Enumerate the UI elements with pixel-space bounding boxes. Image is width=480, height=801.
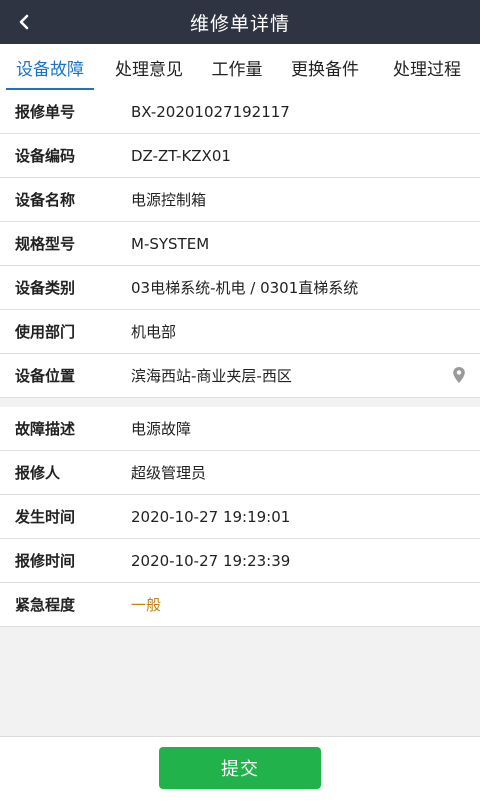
info-row-device-name: 设备名称 电源控制箱	[0, 178, 480, 222]
info-row-category: 设备类别 03电梯系统-机电 / 0301直梯系统	[0, 266, 480, 310]
device-info-section: 报修单号 BX-20201027192117 设备编码 DZ-ZT-KZX01 …	[0, 90, 480, 398]
field-label: 报修人	[15, 464, 61, 482]
field-value: 滨海西站-商业夹层-西区	[131, 367, 292, 385]
chevron-left-icon	[19, 14, 29, 30]
field-label: 发生时间	[15, 508, 76, 526]
tab-handling-opinion[interactable]: 处理意见	[100, 44, 198, 90]
info-row-device-code: 设备编码 DZ-ZT-KZX01	[0, 134, 480, 178]
header-bar: 维修单详情	[0, 0, 480, 44]
field-label: 设备类别	[15, 279, 76, 297]
tab-bar: 设备故障 处理意见 工作量 更换备件 处理过程	[0, 44, 480, 91]
page-title: 维修单详情	[189, 12, 290, 35]
info-row-department: 使用部门 机电部	[0, 310, 480, 354]
field-label: 规格型号	[15, 235, 76, 253]
location-pin-icon[interactable]	[452, 366, 466, 384]
field-label: 使用部门	[15, 323, 76, 341]
field-value: 2020-10-27 19:23:39	[131, 551, 291, 570]
field-value: 机电部	[131, 323, 177, 341]
field-label: 设备编码	[15, 147, 76, 165]
info-row-urgency: 紧急程度 一般	[0, 583, 480, 627]
field-value: 电源控制箱	[131, 191, 207, 209]
info-row-reporter: 报修人 超级管理员	[0, 451, 480, 495]
fault-info-section: 故障描述 电源故障 报修人 超级管理员 发生时间 2020-10-27 19:1…	[0, 407, 480, 627]
tab-spare-parts[interactable]: 更换备件	[276, 44, 374, 90]
field-label: 报修单号	[15, 103, 76, 121]
info-row-occur-time: 发生时间 2020-10-27 19:19:01	[0, 495, 480, 539]
urgency-value: 一般	[131, 596, 162, 614]
field-label: 故障描述	[15, 420, 76, 438]
field-value: BX-20201027192117	[131, 102, 290, 121]
field-value: 超级管理员	[131, 464, 207, 482]
info-row-model: 规格型号 M-SYSTEM	[0, 222, 480, 266]
back-button[interactable]	[0, 0, 48, 44]
field-value: 电源故障	[131, 420, 192, 438]
info-row-report-time: 报修时间 2020-10-27 19:23:39	[0, 539, 480, 583]
field-label: 设备名称	[15, 191, 76, 209]
field-label: 报修时间	[15, 552, 76, 570]
field-value: M-SYSTEM	[131, 234, 210, 253]
info-row-order-no: 报修单号 BX-20201027192117	[0, 90, 480, 134]
field-value: DZ-ZT-KZX01	[131, 146, 231, 165]
footer-bar: 提交	[0, 736, 480, 801]
field-label: 设备位置	[15, 367, 76, 385]
submit-button[interactable]: 提交	[159, 747, 321, 789]
field-value: 2020-10-27 19:19:01	[131, 507, 291, 526]
info-row-fault-desc: 故障描述 电源故障	[0, 407, 480, 451]
tab-process[interactable]: 处理过程	[374, 44, 480, 90]
tab-workload[interactable]: 工作量	[198, 44, 276, 90]
field-value: 03电梯系统-机电 / 0301直梯系统	[131, 279, 359, 297]
field-label: 紧急程度	[15, 596, 76, 614]
info-row-location[interactable]: 设备位置 滨海西站-商业夹层-西区	[0, 354, 480, 398]
tab-device-fault[interactable]: 设备故障	[0, 44, 100, 90]
